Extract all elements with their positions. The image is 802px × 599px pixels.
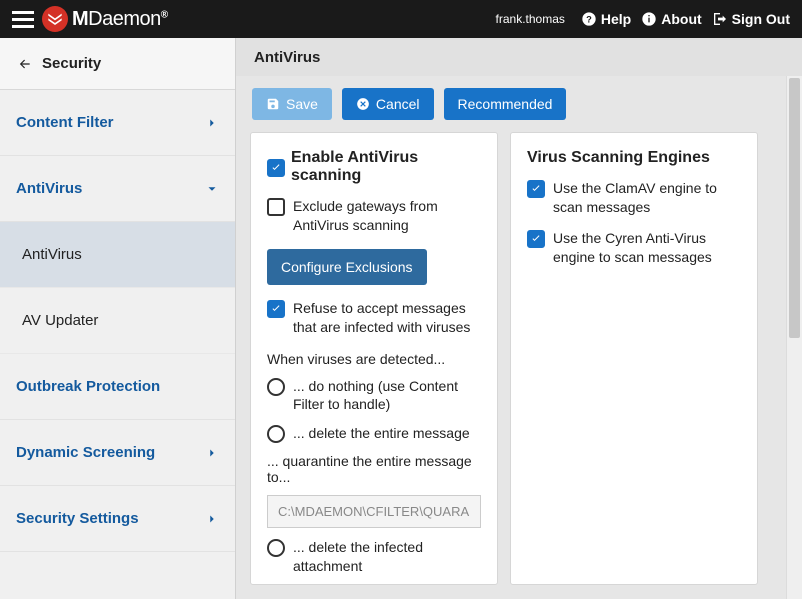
- radio-delete-message[interactable]: [267, 425, 285, 443]
- sign-out-icon: [712, 11, 728, 27]
- configure-exclusions-button[interactable]: Configure Exclusions: [267, 249, 427, 285]
- clamav-checkbox[interactable]: [527, 180, 545, 198]
- nav-antivirus-avupdater[interactable]: AV Updater: [0, 288, 235, 354]
- nav-content-filter[interactable]: Content Filter: [0, 90, 235, 156]
- chevron-right-icon: [205, 512, 219, 526]
- enable-antivirus-checkbox[interactable]: [267, 159, 285, 177]
- toolbar: Save Cancel Recommended: [236, 76, 802, 132]
- topbar: MDaemon® frank.thomas ? Help About Sign …: [0, 0, 802, 38]
- enable-antivirus-heading: Enable AntiVirus scanning: [291, 149, 481, 185]
- detect-label: When viruses are detected...: [267, 351, 481, 367]
- radio-do-nothing-label: ... do nothing (use Content Filter to ha…: [293, 377, 481, 415]
- nav-outbreak-protection[interactable]: Outbreak Protection: [0, 354, 235, 420]
- chevron-down-icon: [205, 182, 219, 196]
- refuse-infected-checkbox[interactable]: [267, 300, 285, 318]
- radio-delete-attachment[interactable]: [267, 539, 285, 557]
- scrollbar-thumb[interactable]: [789, 78, 800, 338]
- svg-text:?: ?: [586, 14, 592, 24]
- exclude-gateways-label: Exclude gateways from AntiVirus scanning: [293, 197, 481, 235]
- cancel-icon: [356, 97, 370, 111]
- breadcrumb[interactable]: Security: [0, 38, 235, 90]
- sidebar: Security Content Filter AntiVirus AntiVi…: [0, 38, 236, 599]
- engines-card: Virus Scanning Engines Use the ClamAV en…: [510, 132, 758, 585]
- cancel-button[interactable]: Cancel: [342, 88, 434, 120]
- chevron-right-icon: [205, 446, 219, 460]
- nav-dynamic-screening[interactable]: Dynamic Screening: [0, 420, 235, 486]
- save-button[interactable]: Save: [252, 88, 332, 120]
- hamburger-menu[interactable]: [12, 11, 34, 28]
- nav-antivirus[interactable]: AntiVirus: [0, 156, 235, 222]
- radio-delete-attachment-label: ... delete the infected attachment: [293, 538, 481, 576]
- cyren-label: Use the Cyren Anti-Virus engine to scan …: [553, 229, 741, 267]
- help-icon: ?: [581, 11, 597, 27]
- back-icon: [16, 57, 34, 71]
- exclude-gateways-checkbox[interactable]: [267, 198, 285, 216]
- refuse-infected-label: Refuse to accept messages that are infec…: [293, 299, 481, 337]
- current-user: frank.thomas: [496, 12, 565, 26]
- enable-antivirus-card: Enable AntiVirus scanning Exclude gatewa…: [250, 132, 498, 585]
- quarantine-path-input[interactable]: [267, 495, 481, 528]
- clamav-label: Use the ClamAV engine to scan messages: [553, 179, 741, 217]
- scrollbar[interactable]: [786, 76, 802, 599]
- radio-delete-message-label: ... delete the entire message: [293, 424, 470, 443]
- sign-out-link[interactable]: Sign Out: [712, 11, 790, 27]
- save-icon: [266, 97, 280, 111]
- about-link[interactable]: About: [641, 11, 701, 27]
- engines-heading: Virus Scanning Engines: [527, 149, 741, 167]
- brand-logo[interactable]: MDaemon®: [42, 6, 168, 32]
- cyren-checkbox[interactable]: [527, 230, 545, 248]
- chevron-right-icon: [205, 116, 219, 130]
- nav-security-settings[interactable]: Security Settings: [0, 486, 235, 552]
- radio-do-nothing[interactable]: [267, 378, 285, 396]
- help-link[interactable]: ? Help: [581, 11, 631, 27]
- nav-antivirus-antivirus[interactable]: AntiVirus: [0, 222, 235, 288]
- page-title: AntiVirus: [236, 38, 802, 76]
- quarantine-msg-label: ... quarantine the entire message to...: [267, 453, 481, 485]
- brand-icon: [42, 6, 68, 32]
- brand-text: MDaemon®: [72, 8, 168, 31]
- recommended-button[interactable]: Recommended: [444, 88, 567, 120]
- info-icon: [641, 11, 657, 27]
- content-area: AntiVirus Save Cancel Recommended: [236, 38, 802, 599]
